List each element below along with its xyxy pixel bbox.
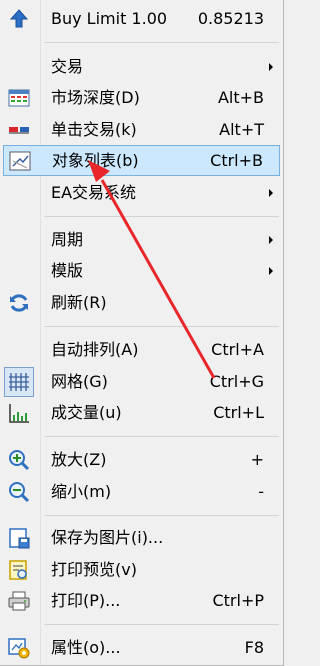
menu-separator	[44, 436, 279, 437]
menu-item-object-list[interactable]: 对象列表(b) Ctrl+B	[3, 145, 280, 176]
context-menu: Buy Limit 1.00 0.85213 交易 市场深度(D) Alt+B	[0, 0, 284, 666]
menu-item-volume[interactable]: 成交量(u) Ctrl+L	[0, 397, 283, 428]
menu-item-label: 放大(Z)	[51, 449, 107, 469]
printer-icon	[7, 589, 31, 613]
menu-item-properties[interactable]: 属性(o)... F8	[0, 632, 283, 663]
submenu-arrow-icon	[269, 62, 273, 71]
up-arrow-icon	[7, 7, 31, 31]
save-picture-icon	[7, 526, 31, 550]
menu-item-shortcut: F8	[244, 637, 264, 657]
menu-item-label: 交易	[51, 56, 84, 76]
menu-separator	[44, 624, 279, 625]
print-preview-icon	[7, 558, 31, 582]
menu-item-label: 模版	[51, 260, 84, 280]
menu-separator	[44, 515, 279, 516]
menu-item-period[interactable]: 周期	[0, 224, 283, 255]
menu-item-label: Buy Limit 1.00	[51, 8, 168, 28]
menu-item-label: 自动排列(A)	[51, 339, 139, 359]
menu-item-shortcut: Alt+B	[217, 87, 264, 107]
menu-item-ea-system[interactable]: EA交易系统	[0, 177, 283, 208]
grid-icon	[4, 366, 34, 397]
menu-item-zoom-out[interactable]: 缩小(m) -	[0, 476, 283, 507]
volume-icon	[7, 401, 31, 425]
menu-item-label: 成交量(u)	[51, 402, 122, 422]
menu-item-label: 对象列表(b)	[52, 150, 139, 170]
menu-separator	[44, 326, 279, 327]
menu-item-label: 保存为图片(i)...	[51, 527, 164, 547]
menu-item-save-picture[interactable]: 保存为图片(i)...	[0, 522, 283, 553]
one-click-icon	[7, 118, 31, 142]
menu-item-shortcut: -	[258, 481, 264, 501]
refresh-icon	[7, 291, 31, 315]
menu-item-refresh[interactable]: 刷新(R)	[0, 287, 283, 318]
zoom-out-icon	[7, 480, 31, 504]
properties-icon	[7, 636, 31, 660]
menu-item-label: 缩小(m)	[51, 481, 112, 501]
menu-item-label: 周期	[51, 229, 84, 249]
zoom-in-icon	[7, 448, 31, 472]
menu-item-print-preview[interactable]: 打印预览(v)	[0, 554, 283, 585]
menu-item-auto-scroll[interactable]: 自动排列(A) Ctrl+A	[0, 334, 283, 365]
menu-item-label: 属性(o)...	[51, 637, 121, 657]
submenu-arrow-icon	[269, 235, 273, 244]
menu-item-label: 打印预览(v)	[51, 559, 137, 579]
menu-item-shortcut: Ctrl+L	[213, 402, 264, 422]
menu-item-shortcut: Ctrl+G	[209, 371, 264, 391]
menu-item-label: 打印(P)...	[51, 590, 121, 610]
menu-item-market-depth[interactable]: 市场深度(D) Alt+B	[0, 82, 283, 113]
menu-item-buy-limit[interactable]: Buy Limit 1.00 0.85213	[0, 3, 283, 34]
menu-item-value: 0.85213	[197, 8, 264, 28]
submenu-arrow-icon	[269, 266, 273, 275]
menu-item-shortcut: Ctrl+A	[211, 339, 264, 359]
menu-item-trading[interactable]: 交易	[0, 51, 283, 82]
menu-item-shortcut: Alt+T	[219, 119, 264, 139]
menu-item-label: 市场深度(D)	[51, 87, 140, 107]
menu-item-one-click-trading[interactable]: 单击交易(k) Alt+T	[0, 114, 283, 145]
menu-item-grid[interactable]: 网格(G) Ctrl+G	[0, 366, 283, 397]
menu-item-template[interactable]: 模版	[0, 255, 283, 286]
menu-item-label: EA交易系统	[51, 182, 137, 202]
menu-separator	[44, 42, 279, 43]
depth-icon	[7, 86, 31, 110]
menu-item-label: 单击交易(k)	[51, 119, 137, 139]
menu-item-zoom-in[interactable]: 放大(Z) +	[0, 444, 283, 475]
submenu-arrow-icon	[269, 188, 273, 197]
menu-item-print[interactable]: 打印(P)... Ctrl+P	[0, 585, 283, 616]
menu-item-shortcut: Ctrl+P	[212, 590, 264, 610]
menu-item-shortcut: +	[250, 449, 264, 469]
menu-item-label: 刷新(R)	[51, 292, 107, 312]
object-list-icon	[8, 149, 32, 173]
menu-item-label: 网格(G)	[51, 371, 108, 391]
menu-separator	[44, 216, 279, 217]
menu-item-shortcut: Ctrl+B	[210, 150, 263, 170]
